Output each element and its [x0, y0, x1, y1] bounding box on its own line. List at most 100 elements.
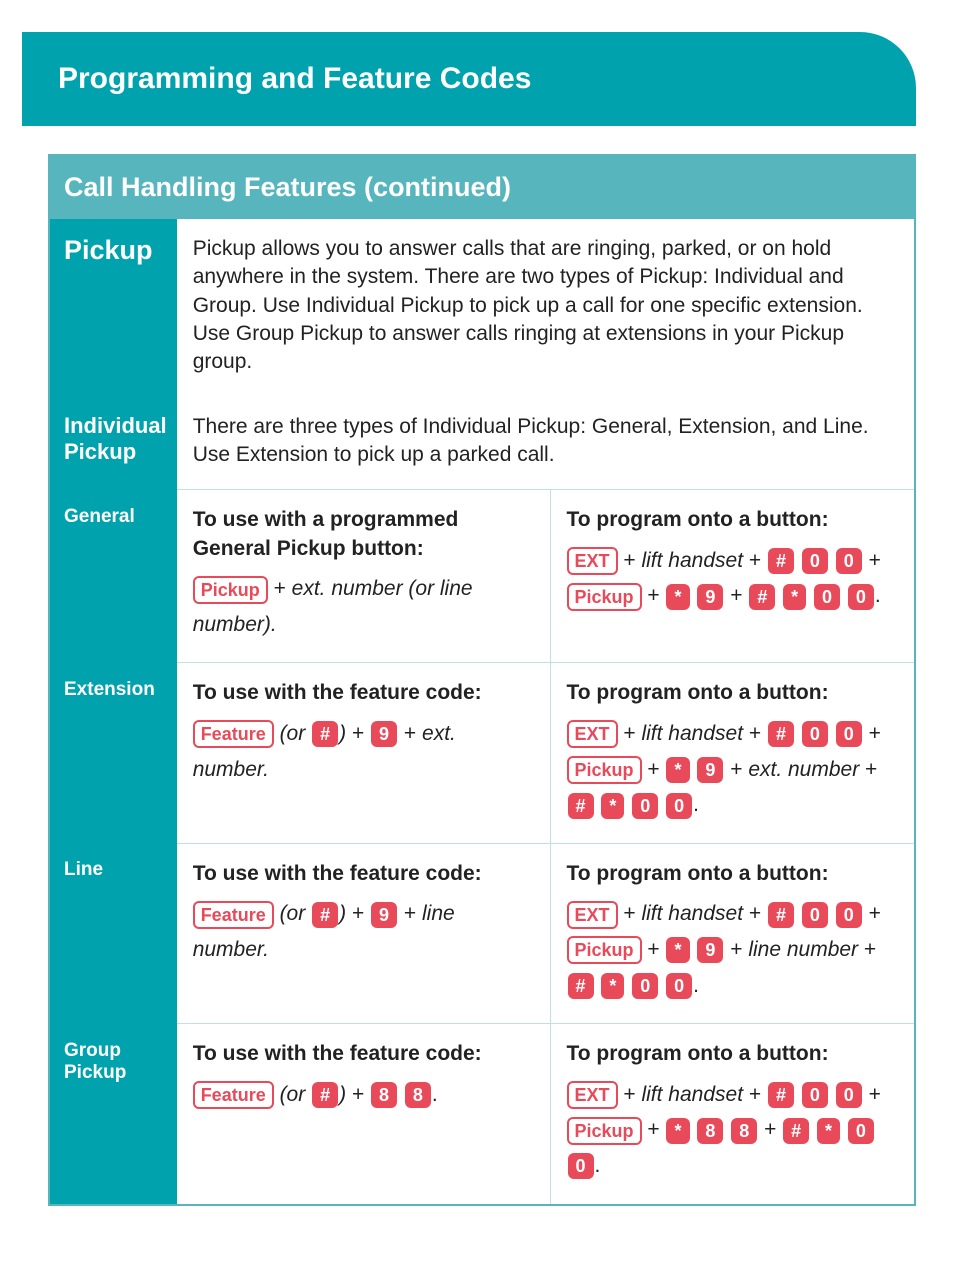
key-hash: #: [312, 1082, 338, 1108]
label-pickup: Pickup: [50, 219, 177, 397]
key-pickup: Pickup: [567, 583, 642, 611]
key-zero: 0: [848, 1118, 874, 1144]
desc-pickup: Pickup allows you to answer calls that a…: [177, 219, 914, 397]
key-zero: 0: [666, 973, 692, 999]
label-individual: Individual Pickup: [50, 397, 177, 490]
page: Programming and Feature Codes Call Handl…: [0, 0, 954, 1246]
key-pickup: Pickup: [567, 936, 642, 964]
seq-extension-program: EXT + lift handset + # 0 0 + Pickup + * …: [567, 716, 899, 823]
seq-group-use: Feature (or #) + 8 8.: [193, 1077, 534, 1113]
key-zero: 0: [632, 793, 658, 819]
key-hash: #: [312, 902, 338, 928]
lead-program: To program onto a button:: [567, 1042, 829, 1065]
key-zero: 0: [666, 793, 692, 819]
key-star: *: [601, 973, 624, 999]
key-ext: EXT: [567, 547, 618, 575]
general-program: To program onto a button: EXT + lift han…: [550, 490, 914, 663]
key-hash: #: [312, 721, 338, 747]
label-general: General: [50, 490, 177, 663]
lead-program: To program onto a button:: [567, 508, 829, 531]
lead-program: To program onto a button:: [567, 862, 829, 885]
var-ext-number-plus: ext. number: [748, 758, 859, 781]
seq-line-program: EXT + lift handset + # 0 0 + Pickup + * …: [567, 896, 899, 1003]
key-eight: 8: [697, 1118, 723, 1144]
seq-general-use: Pickup + ext. number (or line number).: [193, 571, 534, 642]
label-group: Group Pickup: [50, 1024, 177, 1204]
key-nine: 9: [371, 902, 397, 928]
lead-feature: To use with the feature code:: [193, 1042, 482, 1065]
key-star: *: [817, 1118, 840, 1144]
key-ext: EXT: [567, 720, 618, 748]
key-zero: 0: [836, 1082, 862, 1108]
key-hash: #: [768, 902, 794, 928]
key-star: *: [783, 584, 806, 610]
lead-program: To program onto a button:: [567, 681, 829, 704]
key-ext: EXT: [567, 1081, 618, 1109]
page-title: Programming and Feature Codes: [22, 32, 916, 126]
seq-extension-use: Feature (or #) + 9 + ext. number.: [193, 716, 534, 787]
desc-individual: There are three types of Individual Pick…: [177, 397, 914, 490]
key-hash: #: [768, 548, 794, 574]
or-text: (or: [280, 722, 306, 745]
key-eight: 8: [371, 1082, 397, 1108]
key-eight: 8: [405, 1082, 431, 1108]
key-hash: #: [768, 1082, 794, 1108]
key-zero: 0: [568, 1153, 594, 1179]
section-heading: Call Handling Features (continued): [50, 156, 914, 219]
var-line-number-plus: line number: [748, 938, 858, 961]
key-star: *: [666, 937, 689, 963]
line-program: To program onto a button: EXT + lift han…: [550, 843, 914, 1023]
key-nine: 9: [371, 721, 397, 747]
lift-handset: lift handset: [641, 1083, 743, 1106]
general-use: To use with a programmed General Pickup …: [177, 490, 550, 663]
key-feature: Feature: [193, 1081, 274, 1109]
key-zero: 0: [802, 902, 828, 928]
key-zero: 0: [848, 584, 874, 610]
key-hash: #: [749, 584, 775, 610]
seq-group-program: EXT + lift handset + # 0 0 + Pickup + * …: [567, 1077, 899, 1184]
key-pickup: Pickup: [567, 1117, 642, 1145]
group-use: To use with the feature code: Feature (o…: [177, 1024, 550, 1204]
key-hash: #: [568, 793, 594, 819]
key-zero: 0: [836, 902, 862, 928]
key-eight: 8: [731, 1118, 757, 1144]
key-zero: 0: [802, 1082, 828, 1108]
extension-use: To use with the feature code: Feature (o…: [177, 663, 550, 843]
key-zero: 0: [814, 584, 840, 610]
or-text: (or: [280, 902, 306, 925]
key-feature: Feature: [193, 901, 274, 929]
key-star: *: [601, 793, 624, 819]
key-hash: #: [568, 973, 594, 999]
key-pickup: Pickup: [567, 756, 642, 784]
extension-program: To program onto a button: EXT + lift han…: [550, 663, 914, 843]
key-pickup: Pickup: [193, 576, 268, 604]
lead-programmed: To use with a programmed General Pickup …: [193, 508, 459, 559]
lead-feature: To use with the feature code:: [193, 681, 482, 704]
key-feature: Feature: [193, 720, 274, 748]
seq-general-program: EXT + lift handset + # 0 0 + Pickup + * …: [567, 543, 899, 614]
label-extension: Extension: [50, 663, 177, 843]
feature-table: Pickup Pickup allows you to answer calls…: [50, 219, 914, 1204]
key-zero: 0: [836, 721, 862, 747]
group-program: To program onto a button: EXT + lift han…: [550, 1024, 914, 1204]
key-hash: #: [783, 1118, 809, 1144]
key-nine: 9: [697, 584, 723, 610]
lift-handset: lift handset: [641, 549, 743, 572]
label-line: Line: [50, 843, 177, 1023]
or-text: (or: [280, 1083, 306, 1106]
lift-handset: lift handset: [641, 902, 743, 925]
section-panel: Call Handling Features (continued) Picku…: [48, 154, 916, 1206]
key-zero: 0: [836, 548, 862, 574]
line-use: To use with the feature code: Feature (o…: [177, 843, 550, 1023]
key-star: *: [666, 1118, 689, 1144]
key-nine: 9: [697, 757, 723, 783]
seq-line-use: Feature (or #) + 9 + line number.: [193, 896, 534, 967]
lead-feature: To use with the feature code:: [193, 862, 482, 885]
key-hash: #: [768, 721, 794, 747]
key-zero: 0: [802, 548, 828, 574]
key-ext: EXT: [567, 901, 618, 929]
lift-handset: lift handset: [641, 722, 743, 745]
key-zero: 0: [802, 721, 828, 747]
key-zero: 0: [632, 973, 658, 999]
key-nine: 9: [697, 937, 723, 963]
